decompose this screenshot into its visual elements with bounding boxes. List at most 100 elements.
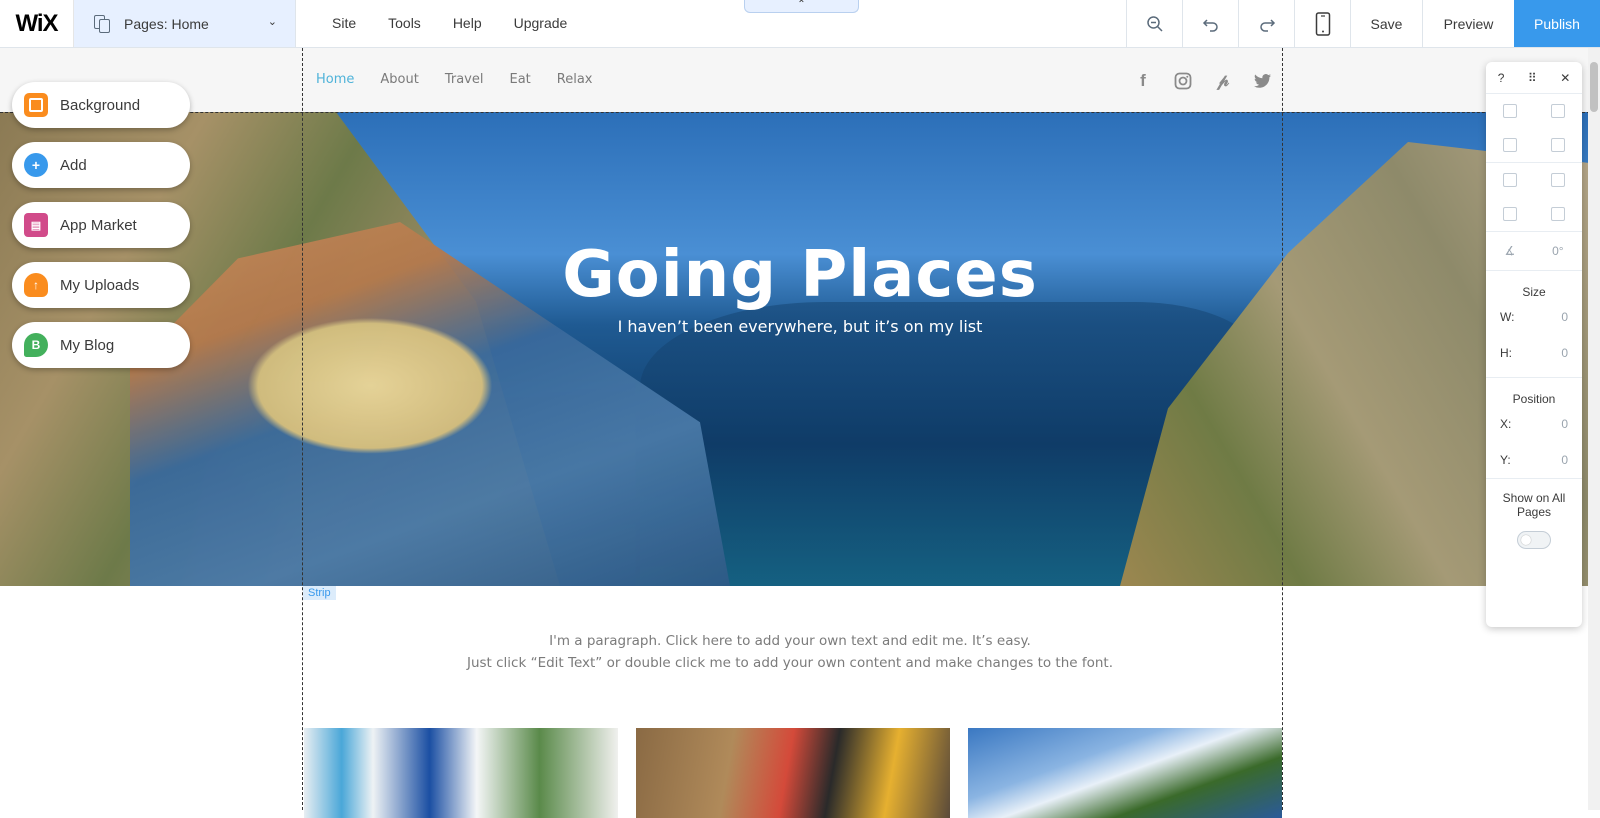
app-market-button[interactable]: ▤ App Market — [12, 202, 190, 248]
x-field[interactable]: X: 0 — [1486, 406, 1582, 442]
close-icon[interactable]: ✕ — [1560, 71, 1570, 85]
pinterest-icon[interactable]: 𝓅 — [1212, 70, 1234, 92]
position-title: Position — [1512, 392, 1556, 406]
site-nav-menu[interactable]: Home About Travel Eat Relax — [316, 72, 618, 87]
canvas-scrollbar[interactable] — [1588, 48, 1600, 810]
pages-icon — [94, 14, 112, 33]
paragraph-line-1: I'm a paragraph. Click here to add your … — [549, 633, 1031, 649]
chevron-down-icon: ⌄ — [267, 16, 277, 28]
background-icon — [24, 93, 48, 117]
width-value[interactable]: 0 — [1561, 310, 1568, 324]
site-header[interactable]: Home About Travel Eat Relax f 𝓅 — [0, 48, 1600, 112]
mobile-view-button[interactable] — [1294, 0, 1350, 47]
zoom-out-icon — [1146, 15, 1163, 32]
show-on-all-pages-label: Show on All Pages — [1502, 491, 1566, 519]
editor-canvas[interactable]: Home About Travel Eat Relax f 𝓅 Going Pl… — [0, 48, 1600, 818]
site-nav-about[interactable]: About — [380, 72, 418, 87]
scrollbar-thumb[interactable] — [1590, 62, 1598, 112]
collapse-topbar-button[interactable]: ⌃ — [744, 0, 859, 13]
undo-icon — [1202, 18, 1218, 32]
delete-icon[interactable] — [1551, 138, 1565, 152]
strip-label: Strip — [303, 586, 336, 600]
my-uploads-button[interactable]: ↑ My Uploads — [12, 262, 190, 308]
copy-paste-row — [1486, 94, 1582, 128]
rotation-row: ∡ 0° — [1486, 232, 1582, 270]
y-value[interactable]: 0 — [1561, 453, 1568, 467]
paragraph-line-2: Just click “Edit Text” or double click m… — [466, 655, 1114, 671]
help-icon[interactable]: ? — [1498, 71, 1505, 85]
mobile-phone-icon — [1315, 11, 1330, 36]
duplicate-delete-row — [1486, 128, 1582, 162]
publish-button[interactable]: Publish — [1514, 0, 1600, 47]
pages-dropdown-label: Pages: Home — [124, 15, 209, 32]
hero-subtitle[interactable]: I haven’t been everywhere, but it’s on m… — [0, 317, 1600, 336]
show-on-all-pages-toggle[interactable] — [1517, 531, 1551, 549]
hero-strip[interactable]: Going Places I haven’t been everywhere, … — [0, 112, 1600, 586]
my-blog-button[interactable]: B My Blog — [12, 322, 190, 368]
site-nav-travel[interactable]: Travel — [445, 72, 484, 87]
arrange-icon[interactable] — [1503, 173, 1517, 187]
menu-site[interactable]: Site — [316, 0, 372, 47]
social-bar[interactable]: f 𝓅 — [1132, 70, 1274, 92]
paste-icon[interactable] — [1551, 104, 1565, 118]
uploads-icon: ↑ — [24, 273, 48, 297]
menu-upgrade[interactable]: Upgrade — [498, 0, 584, 47]
height-field[interactable]: H: 0 — [1486, 335, 1582, 371]
save-button[interactable]: Save — [1350, 0, 1422, 47]
match-size-icon[interactable] — [1551, 207, 1565, 221]
width-field[interactable]: W: 0 — [1486, 299, 1582, 335]
align-icon[interactable] — [1551, 173, 1565, 187]
site-nav-eat[interactable]: Eat — [509, 72, 530, 87]
zoom-out-button[interactable] — [1126, 0, 1182, 47]
left-tool-panel: Background + Add ▤ App Market ↑ My Uploa… — [12, 82, 190, 382]
inspector-header: ? ⠿ ✕ — [1486, 62, 1582, 94]
rotate-icon[interactable]: ∡ — [1504, 244, 1515, 258]
drag-handle-icon[interactable]: ⠿ — [1528, 71, 1537, 85]
rotation-value[interactable]: 0° — [1552, 244, 1563, 258]
twitter-icon[interactable] — [1252, 70, 1274, 92]
height-value[interactable]: 0 — [1561, 346, 1568, 360]
add-button[interactable]: + Add — [12, 142, 190, 188]
gallery-image-food[interactable] — [636, 728, 950, 818]
add-icon: + — [24, 153, 48, 177]
undo-button[interactable] — [1182, 0, 1238, 47]
wix-logo[interactable]: WiX — [0, 0, 74, 47]
app-market-icon: ▤ — [24, 213, 48, 237]
gallery-image-village[interactable] — [304, 728, 618, 818]
width-label: W: — [1500, 310, 1515, 324]
gallery-image-palm[interactable] — [968, 728, 1282, 818]
hero-title[interactable]: Going Places — [0, 238, 1600, 312]
instagram-icon[interactable] — [1172, 70, 1194, 92]
app-market-label: App Market — [60, 216, 137, 234]
menu-tools[interactable]: Tools — [372, 0, 437, 47]
distribute-row — [1486, 197, 1582, 231]
redo-icon — [1259, 18, 1275, 32]
y-field[interactable]: Y: 0 — [1486, 442, 1582, 478]
arrange-row — [1486, 163, 1582, 197]
copy-icon[interactable] — [1503, 104, 1517, 118]
my-uploads-label: My Uploads — [60, 276, 140, 294]
distribute-icon[interactable] — [1503, 207, 1517, 221]
gridline-right — [1282, 48, 1283, 810]
pages-dropdown[interactable]: Pages: Home ⌄ — [74, 0, 296, 47]
preview-button[interactable]: Preview — [1422, 0, 1514, 47]
my-blog-label: My Blog — [60, 336, 115, 354]
y-label: Y: — [1500, 453, 1511, 467]
add-label: Add — [60, 156, 87, 174]
menu-help[interactable]: Help — [437, 0, 498, 47]
inspector-panel: ? ⠿ ✕ ∡ 0° Size W: 0 H: 0 Position X: 0 … — [1486, 62, 1582, 627]
size-title: Size — [1522, 285, 1546, 299]
background-label: Background — [60, 96, 141, 114]
x-value[interactable]: 0 — [1561, 417, 1568, 431]
paragraph-text[interactable]: I'm a paragraph. Click here to add your … — [300, 630, 1280, 674]
duplicate-icon[interactable] — [1503, 138, 1517, 152]
topbar-right-tools: Save Preview Publish — [1126, 0, 1600, 47]
redo-button[interactable] — [1238, 0, 1294, 47]
facebook-icon[interactable]: f — [1132, 70, 1154, 92]
header-bottom-guide — [0, 112, 1600, 113]
site-nav-relax[interactable]: Relax — [557, 72, 593, 87]
background-button[interactable]: Background — [12, 82, 190, 128]
site-nav-home[interactable]: Home — [316, 72, 354, 87]
height-label: H: — [1500, 346, 1512, 360]
blog-icon: B — [24, 333, 48, 357]
